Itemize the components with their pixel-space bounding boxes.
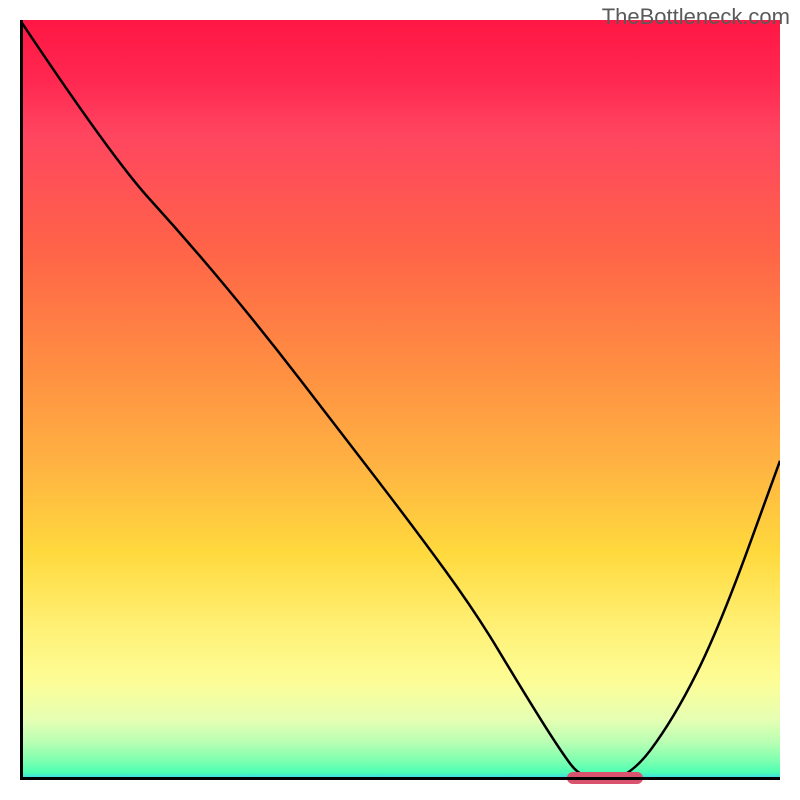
y-axis [20, 20, 23, 780]
bottleneck-curve [20, 20, 780, 780]
watermark-text: TheBottleneck.com [602, 4, 790, 30]
chart-container: TheBottleneck.com [0, 0, 800, 800]
x-axis [20, 777, 780, 780]
plot-area [20, 20, 780, 780]
